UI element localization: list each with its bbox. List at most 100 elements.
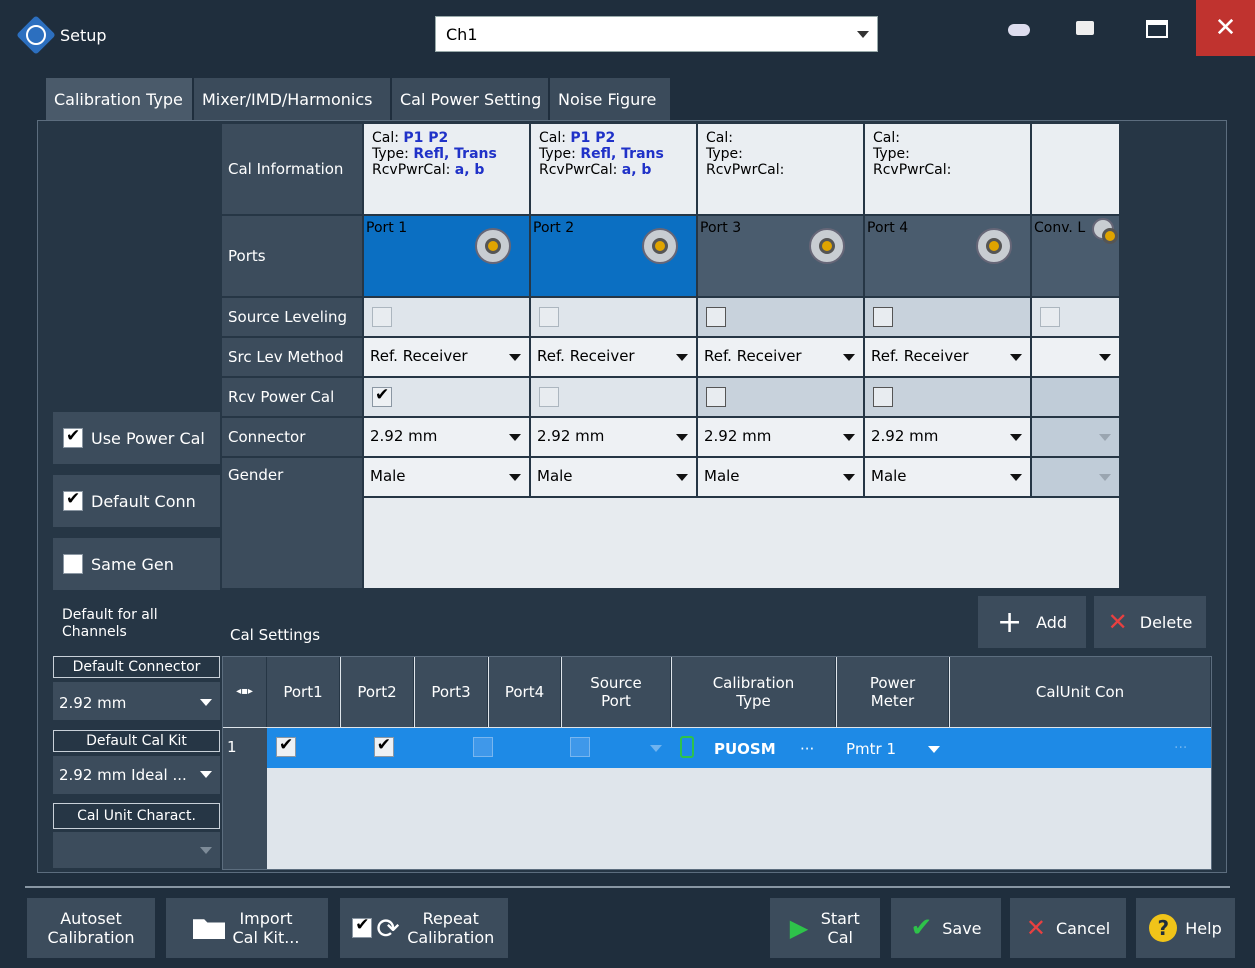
calibration-type-ellipsis[interactable]: ··· <box>800 740 814 758</box>
rcv-power-cal-checkbox[interactable] <box>372 385 392 407</box>
port4-checkbox[interactable] <box>570 737 591 757</box>
start-cal-button[interactable]: ▶ Start Cal <box>770 898 880 958</box>
tab-cal-power-setting[interactable]: Cal Power Setting <box>392 78 548 120</box>
port1-checkbox[interactable] <box>276 735 296 757</box>
connector-icon <box>809 228 845 264</box>
source-leveling-checkbox[interactable] <box>539 307 559 327</box>
column-header[interactable]: Port3 <box>415 657 488 727</box>
rcv-power-cal-cell <box>698 378 863 416</box>
connector-select[interactable]: 2.92 mm <box>698 418 863 456</box>
import-cal-kit-button[interactable]: Import Cal Kit... <box>166 898 328 958</box>
port-cell[interactable]: Port 4 <box>865 216 1030 296</box>
src-lev-method-select[interactable]: Ref. Receiver <box>364 338 529 376</box>
port2-checkbox[interactable] <box>373 735 394 757</box>
chevron-down-icon[interactable] <box>928 746 940 753</box>
type-value: Refl, Trans <box>580 146 664 162</box>
column-header[interactable]: Port4 <box>489 657 561 727</box>
column-header[interactable]: Port1 <box>267 657 340 727</box>
toggle-icon[interactable] <box>1008 24 1030 36</box>
play-icon: ▶ <box>789 913 809 942</box>
gender-select[interactable]: Male <box>364 458 529 496</box>
cal-unit-charact-select[interactable] <box>53 832 220 868</box>
type-label: Type: <box>873 146 910 162</box>
chevron-down-icon <box>509 434 521 441</box>
rcv-power-cal-checkbox[interactable] <box>706 387 726 407</box>
column-header[interactable]: CalUnit Con <box>950 657 1211 727</box>
connector-select[interactable]: 2.92 mm <box>865 418 1030 456</box>
save-button[interactable]: ✔ Save <box>891 898 1001 958</box>
checkbox-icon <box>63 489 83 511</box>
connector-select[interactable]: 2.92 mm <box>364 418 529 456</box>
same-gen-checkbox[interactable]: Same Gen <box>53 538 220 590</box>
gender-select[interactable] <box>1032 458 1119 496</box>
src-lev-method-select[interactable]: Ref. Receiver <box>531 338 696 376</box>
chevron-down-icon <box>200 771 212 778</box>
source-leveling-checkbox[interactable] <box>873 307 893 327</box>
port-cell[interactable]: Port 2 <box>531 216 696 296</box>
src-lev-method-select[interactable]: Ref. Receiver <box>698 338 863 376</box>
calunit-ellipsis[interactable]: ··· <box>1174 740 1187 756</box>
source-leveling-cell <box>531 298 696 336</box>
row-header-ports: Ports <box>222 216 362 296</box>
source-leveling-checkbox[interactable] <box>372 307 392 327</box>
source-leveling-checkbox[interactable] <box>1040 307 1060 327</box>
gender-value: Male <box>871 467 907 485</box>
default-cal-kit-select[interactable]: 2.92 mm Ideal ... <box>53 756 220 794</box>
rcv-power-cal-checkbox[interactable] <box>539 387 559 407</box>
port-name: Conv. L <box>1034 220 1086 236</box>
gender-select[interactable]: Male <box>531 458 696 496</box>
connector-select[interactable]: 2.92 mm <box>531 418 696 456</box>
check-icon: ✔ <box>910 912 933 943</box>
camera-icon[interactable] <box>1076 21 1094 35</box>
port-cell[interactable]: Port 1 <box>364 216 529 296</box>
connector-select[interactable] <box>1032 418 1119 456</box>
chevron-down-icon <box>1099 474 1111 481</box>
source-leveling-checkbox[interactable] <box>706 307 726 327</box>
use-power-cal-checkbox[interactable]: Use Power Cal <box>53 412 220 464</box>
gender-select[interactable]: Male <box>865 458 1030 496</box>
default-cal-kit-label: Default Cal Kit <box>53 730 220 752</box>
rcv-power-cal-checkbox[interactable] <box>873 387 893 407</box>
gender-value: Male <box>370 467 406 485</box>
maximize-icon[interactable] <box>1146 20 1168 38</box>
column-header[interactable]: Port2 <box>341 657 414 727</box>
tab-mixer-imd-harmonics[interactable]: Mixer/IMD/Harmonics <box>194 78 390 120</box>
tab-noise-figure[interactable]: Noise Figure <box>550 78 670 120</box>
channel-value: Ch1 <box>446 25 478 44</box>
rcv-value: a, b <box>454 162 485 178</box>
source-leveling-cell <box>865 298 1030 336</box>
src-lev-method-select[interactable]: Ref. Receiver <box>865 338 1030 376</box>
source-leveling-cell <box>698 298 863 336</box>
channel-select[interactable]: Ch1 <box>435 16 878 52</box>
gender-select[interactable]: Male <box>698 458 863 496</box>
source-port-chevron-icon[interactable] <box>650 745 662 752</box>
port-cell[interactable]: Port 3 <box>698 216 863 296</box>
autoset-calibration-button[interactable]: Autoset Calibration <box>27 898 155 958</box>
default-conn-checkbox[interactable]: Default Conn <box>53 475 220 527</box>
column-header[interactable]: Power Meter <box>837 657 949 727</box>
src-lev-method-select[interactable] <box>1032 338 1119 376</box>
power-meter-value[interactable]: Pmtr 1 <box>846 740 896 758</box>
column-header[interactable]: Calibration Type <box>672 657 836 727</box>
column-header[interactable]: Source Port <box>562 657 671 727</box>
repeat-calibration-button[interactable]: ⟳Repeat Calibration <box>340 898 508 958</box>
port-cell[interactable]: Conv. L <box>1032 216 1119 296</box>
src-lev-method-value: Ref. Receiver <box>704 347 802 365</box>
chevron-down-icon <box>1010 434 1022 441</box>
add-button[interactable]: + Add <box>978 596 1086 648</box>
chevron-down-icon <box>676 474 688 481</box>
chevron-down-icon <box>676 354 688 361</box>
port3-checkbox[interactable] <box>472 737 493 757</box>
cancel-button[interactable]: ✕ Cancel <box>1010 898 1126 958</box>
cancel-label: Cancel <box>1055 918 1111 938</box>
row-resize-icon[interactable]: ◂▪▸ <box>223 657 267 727</box>
divider <box>25 886 1230 888</box>
delete-button[interactable]: ✕ Delete <box>1094 596 1206 648</box>
close-button[interactable]: ✕ <box>1196 0 1255 56</box>
default-connector-select[interactable]: 2.92 mm <box>53 682 220 720</box>
tab-calibration-type[interactable]: Calibration Type <box>46 78 192 120</box>
row-header-rcv-power-cal: Rcv Power Cal <box>222 378 362 416</box>
connector-icon <box>976 228 1012 264</box>
gender-value: Male <box>537 467 573 485</box>
help-button[interactable]: ? Help <box>1136 898 1235 958</box>
